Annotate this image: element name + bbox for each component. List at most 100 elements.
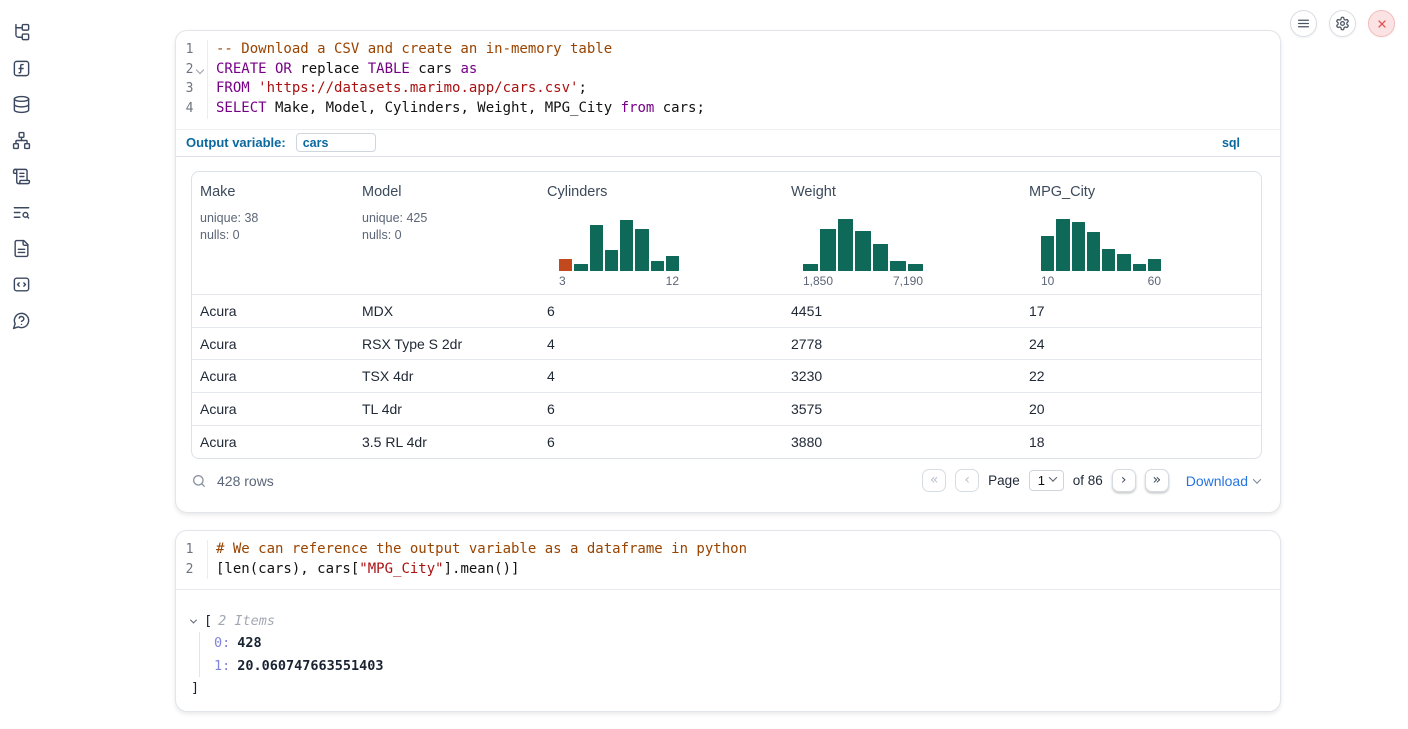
line-gutter: 2 xyxy=(176,560,208,580)
tree-entry-value: 428 xyxy=(237,635,261,651)
download-button[interactable]: Download xyxy=(1186,473,1260,489)
sidebar-item-logs[interactable] xyxy=(0,158,42,194)
sidebar-item-help[interactable] xyxy=(0,302,42,338)
token-keyword: from xyxy=(621,100,655,116)
table-row[interactable]: AcuraTSX 4dr4323022 xyxy=(192,359,1261,392)
column-stats: unique: 38nulls: 0 xyxy=(200,210,348,244)
histogram-min-label: 10 xyxy=(1041,274,1054,288)
hamburger-icon xyxy=(1297,17,1310,30)
table-cell: 3230 xyxy=(783,360,1021,392)
table-cell: Acura xyxy=(192,295,354,327)
table-row[interactable]: Acura3.5 RL 4dr6388018 xyxy=(192,425,1261,458)
output-variable-input[interactable] xyxy=(296,133,376,152)
tree-entry-value: 20.060747663551403 xyxy=(237,658,383,674)
code-line[interactable]: 3FROM 'https://datasets.marimo.app/cars.… xyxy=(176,79,1280,99)
database-icon xyxy=(12,95,31,114)
sidebar-item-scratchpad[interactable] xyxy=(0,194,42,230)
network-icon xyxy=(12,131,31,150)
table-cell: 6 xyxy=(539,295,783,327)
column-header-mpg_city[interactable]: MPG_City1060 xyxy=(1021,172,1262,294)
table-cell: 2778 xyxy=(783,328,1021,360)
table-row[interactable]: AcuraMDX6445117 xyxy=(192,294,1261,327)
tree-entry-key: 0: xyxy=(214,635,230,651)
histogram-bar xyxy=(1117,254,1130,271)
python-code-editor[interactable]: 1 # We can reference the output variable … xyxy=(176,531,1280,589)
first-page-button[interactable]: « xyxy=(922,469,946,492)
token-plain: cars xyxy=(410,61,461,77)
close-icon xyxy=(1376,18,1388,30)
histogram-weight: 1,8507,190 xyxy=(803,216,923,294)
tree-collapse-toggle[interactable] xyxy=(191,619,204,624)
histogram-bar xyxy=(1133,264,1146,271)
token-plain: Make, Model, Cylinders, Weight, MPG_City xyxy=(267,100,621,116)
token-keyword: TABLE xyxy=(368,61,410,77)
table-cell: Acura xyxy=(192,328,354,360)
code-line[interactable]: 4SELECT Make, Model, Cylinders, Weight, … xyxy=(176,99,1280,119)
histogram-bar xyxy=(574,264,587,271)
first-page-icon: « xyxy=(930,472,939,488)
page-select[interactable]: 1 xyxy=(1029,470,1064,491)
column-header-cylinders[interactable]: Cylinders312 xyxy=(539,172,783,294)
close-button[interactable] xyxy=(1368,10,1395,37)
table-body: AcuraMDX6445117AcuraRSX Type S 2dr427782… xyxy=(192,294,1261,458)
table-header: Makeunique: 38nulls: 0Modelunique: 425nu… xyxy=(192,172,1261,294)
code-text: FROM 'https://datasets.marimo.app/cars.c… xyxy=(208,79,587,99)
code-line[interactable]: 1-- Download a CSV and create an in-memo… xyxy=(176,40,1280,60)
sidebar-item-variables[interactable] xyxy=(0,50,42,86)
gear-icon xyxy=(1335,16,1350,31)
settings-button[interactable] xyxy=(1329,10,1356,37)
result-table: Makeunique: 38nulls: 0Modelunique: 425nu… xyxy=(191,171,1262,459)
histogram-bar xyxy=(1102,249,1115,271)
sidebar-item-snippets[interactable] xyxy=(0,266,42,302)
histogram-axis-labels: 312 xyxy=(559,274,679,288)
token-plain: replace xyxy=(292,61,368,77)
menu-button[interactable] xyxy=(1290,10,1317,37)
sidebar-item-data-sources[interactable] xyxy=(0,86,42,122)
fold-chevron-icon[interactable] xyxy=(193,60,207,80)
token-plain: cars; xyxy=(654,100,705,116)
column-header-model[interactable]: Modelunique: 425nulls: 0 xyxy=(354,172,539,294)
token-string: "MPG_City" xyxy=(359,561,443,577)
search-button[interactable] xyxy=(191,473,207,489)
token-keyword: as xyxy=(460,61,477,77)
histogram-min-label: 1,850 xyxy=(803,274,833,288)
column-header-make[interactable]: Makeunique: 38nulls: 0 xyxy=(192,172,354,294)
page-select-value: 1 xyxy=(1038,473,1045,488)
sidebar-item-file-explorer[interactable] xyxy=(0,14,42,50)
left-sidebar xyxy=(0,0,42,729)
table-row[interactable]: AcuraRSX Type S 2dr4277824 xyxy=(192,327,1261,360)
code-text: # We can reference the output variable a… xyxy=(208,540,747,560)
histogram-bars xyxy=(1041,216,1161,271)
file-tree-icon xyxy=(12,23,31,42)
table-footer: 428 rows « ‹ Page 1 of 86 › » Download xyxy=(176,459,1280,503)
histogram-max-label: 60 xyxy=(1148,274,1161,288)
line-number: 1 xyxy=(176,540,193,560)
histogram-bar xyxy=(820,229,835,271)
table-cell: 18 xyxy=(1021,426,1262,458)
token-plain: [len(cars), cars[ xyxy=(216,561,359,577)
function-icon xyxy=(12,59,31,78)
last-page-button[interactable]: » xyxy=(1145,469,1169,492)
fold-spacer xyxy=(193,540,207,560)
prev-page-button[interactable]: ‹ xyxy=(955,469,979,492)
code-text: [len(cars), cars["MPG_City"].mean()] xyxy=(208,560,519,580)
code-line[interactable]: 1 # We can reference the output variable … xyxy=(176,540,1280,560)
line-gutter: 1 xyxy=(176,40,208,60)
table-cell: 3575 xyxy=(783,393,1021,425)
histogram-max-label: 12 xyxy=(666,274,679,288)
histogram-bars xyxy=(559,216,679,271)
column-header-weight[interactable]: Weight1,8507,190 xyxy=(783,172,1021,294)
column-stat: nulls: 0 xyxy=(200,227,348,244)
code-line[interactable]: 2CREATE OR replace TABLE cars as xyxy=(176,60,1280,80)
sql-code-editor[interactable]: 1-- Download a CSV and create an in-memo… xyxy=(176,31,1280,129)
table-cell: MDX xyxy=(354,295,539,327)
sidebar-item-dependency-graph[interactable] xyxy=(0,122,42,158)
code-line[interactable]: 2[len(cars), cars["MPG_City"].mean()] xyxy=(176,560,1280,580)
tree-open-bracket: [ xyxy=(204,610,212,632)
column-stat: unique: 425 xyxy=(362,210,533,227)
table-row[interactable]: AcuraTL 4dr6357520 xyxy=(192,392,1261,425)
table-cell: Acura xyxy=(192,426,354,458)
tree-entry: 0: 428 xyxy=(214,632,1280,655)
next-page-button[interactable]: › xyxy=(1112,469,1136,492)
sidebar-item-documentation[interactable] xyxy=(0,230,42,266)
